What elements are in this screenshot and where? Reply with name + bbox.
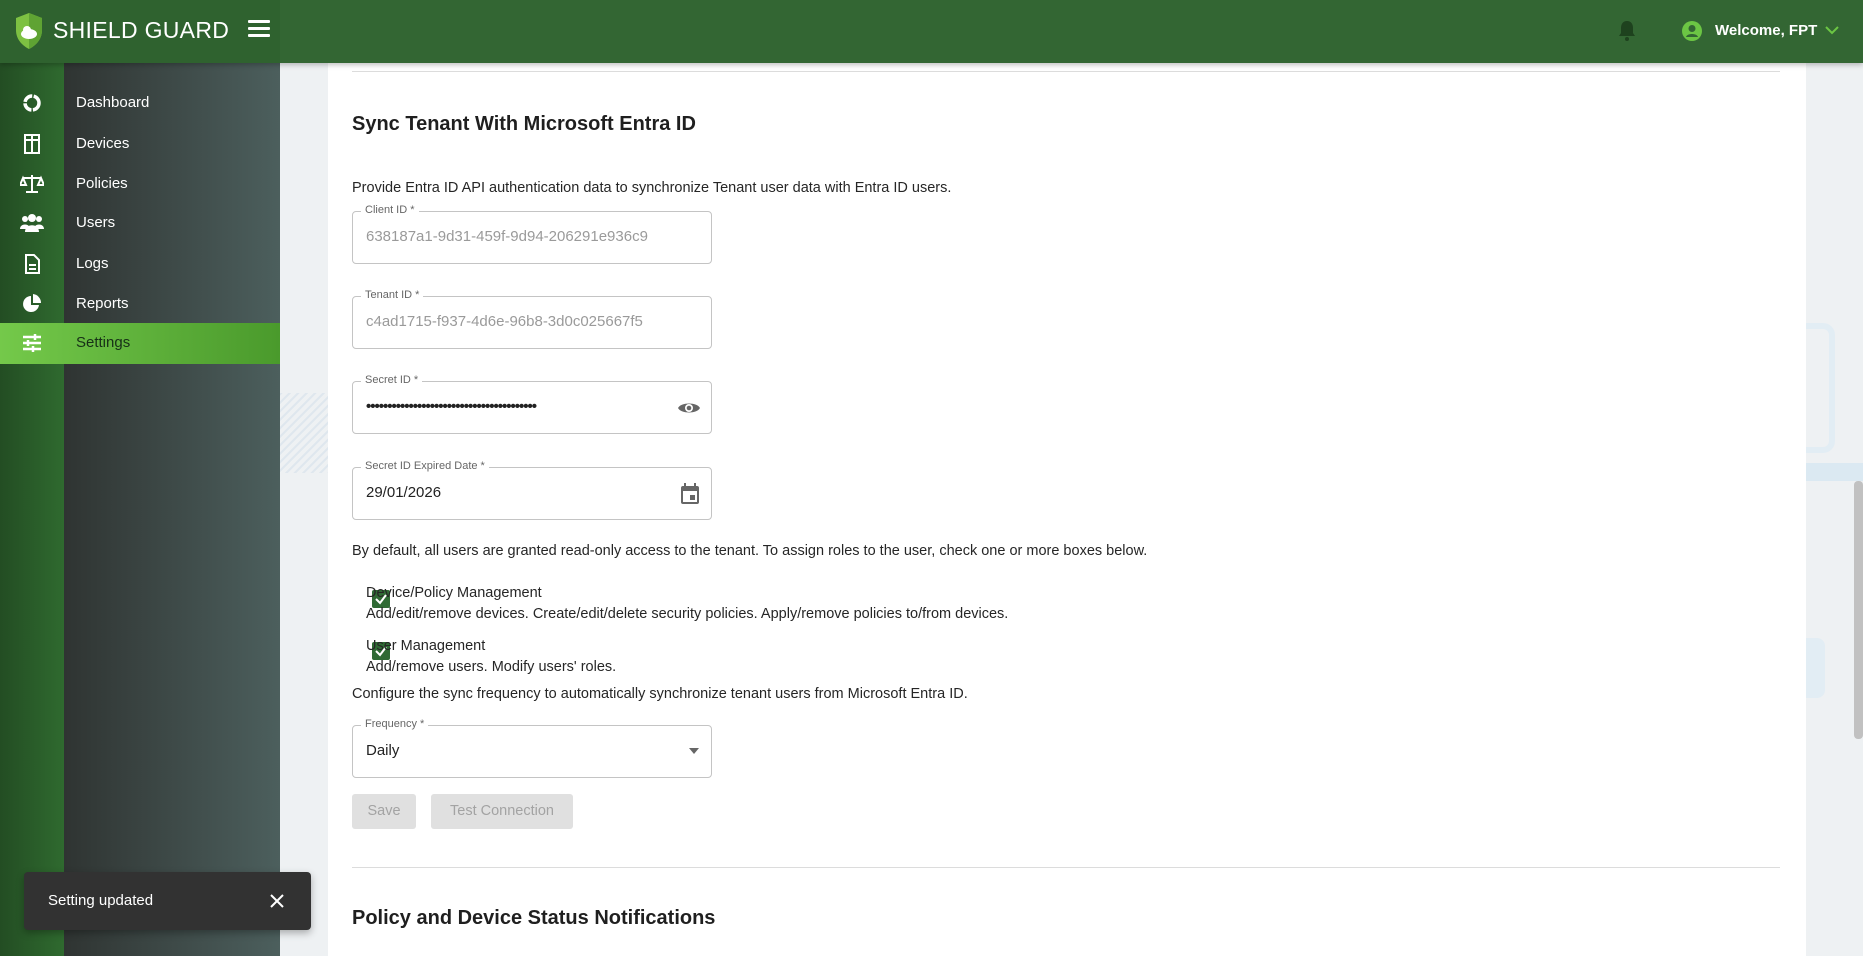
devices-icon — [24, 134, 40, 154]
device-policy-title: Device/Policy Management — [366, 585, 542, 601]
sidebar-item-label: Logs — [76, 255, 109, 272]
menu-icon[interactable] — [248, 20, 270, 38]
sidebar-item-reports[interactable]: Reports — [0, 284, 280, 324]
sidebar-item-label: Devices — [76, 135, 130, 152]
user-circle-icon[interactable] — [1681, 20, 1703, 42]
sidebar-item-policies[interactable]: Policies — [0, 164, 280, 204]
sidebar-item-logs[interactable]: Logs — [0, 244, 280, 284]
sliders-icon — [23, 334, 41, 352]
secret-id-value: •••••••••••••••••••••••••••••••••••••••• — [366, 398, 537, 415]
tenant-id-field[interactable]: Tenant ID * c4ad1715-f937-4d6e-96b8-3d0c… — [352, 289, 712, 349]
brand-name: SHIELD GUARD — [53, 17, 230, 43]
toast-notification: Setting updated — [24, 872, 311, 930]
client-id-label: Client ID * — [361, 204, 419, 216]
shield-logo-icon — [16, 13, 42, 49]
tenant-id-label: Tenant ID * — [361, 289, 424, 301]
sidebar-item-users[interactable]: Users — [0, 203, 280, 243]
document-icon — [25, 254, 40, 274]
secret-id-field[interactable]: Secret ID * ••••••••••••••••••••••••••••… — [352, 374, 712, 434]
settings-card: Sync Tenant With Microsoft Entra ID Prov… — [328, 63, 1806, 956]
frequency-value: Daily — [366, 742, 400, 759]
divider — [352, 867, 1780, 868]
dashboard-icon — [23, 94, 41, 112]
sidebar-item-label: Users — [76, 214, 116, 231]
test-connection-button[interactable]: Test Connection — [431, 794, 573, 829]
users-icon — [20, 214, 44, 232]
pie-chart-icon — [23, 294, 42, 312]
bell-icon[interactable] — [1617, 20, 1637, 42]
scale-icon — [20, 175, 44, 193]
eye-icon[interactable] — [677, 396, 701, 420]
secret-id-label: Secret ID * — [361, 374, 423, 386]
secret-expired-date-field[interactable]: Secret ID Expired Date * 29/01/2026 — [352, 460, 712, 520]
toast-message: Setting updated — [48, 892, 154, 909]
client-id-field[interactable]: Client ID * 638187a1-9d31-459f-9d94-2062… — [352, 204, 712, 264]
expired-date-label: Secret ID Expired Date * — [361, 460, 489, 472]
chevron-down-icon[interactable] — [1824, 24, 1840, 36]
close-icon[interactable] — [269, 893, 285, 909]
save-button[interactable]: Save — [352, 794, 416, 829]
notifications-title: Policy and Device Status Notifications — [352, 907, 716, 929]
user-management-title: User Management — [366, 638, 486, 654]
frequency-label: Frequency * — [361, 718, 429, 730]
scrollbar[interactable] — [1854, 481, 1863, 739]
sync-description: Provide Entra ID API authentication data… — [352, 180, 952, 196]
dropdown-arrow-icon — [689, 748, 699, 754]
roles-note: By default, all users are granted read-o… — [352, 543, 1148, 559]
client-id-value: 638187a1-9d31-459f-9d94-206291e936c9 — [366, 228, 648, 245]
divider — [352, 71, 1780, 72]
frequency-select[interactable]: Frequency * Daily — [352, 718, 712, 778]
logo: SHIELD GUARD — [0, 0, 280, 63]
sidebar-item-devices[interactable]: Devices — [0, 124, 280, 164]
frequency-note: Configure the sync frequency to automati… — [352, 686, 968, 702]
sidebar-item-label: Settings — [76, 334, 131, 351]
sidebar-item-dashboard[interactable]: Dashboard — [0, 83, 280, 123]
sidebar-item-label: Reports — [76, 295, 129, 312]
sync-title: Sync Tenant With Microsoft Entra ID — [352, 113, 696, 135]
expired-date-value: 29/01/2026 — [366, 484, 442, 501]
sidebar-item-settings[interactable]: Settings — [0, 323, 280, 364]
calendar-icon[interactable] — [679, 482, 701, 506]
tenant-id-value: c4ad1715-f937-4d6e-96b8-3d0c025667f5 — [366, 313, 643, 330]
sidebar-item-label: Dashboard — [76, 94, 150, 111]
user-management-desc: Add/remove users. Modify users' roles. — [366, 659, 617, 675]
sidebar-item-label: Policies — [76, 175, 128, 192]
device-policy-desc: Add/edit/remove devices. Create/edit/del… — [366, 606, 1009, 622]
welcome-text[interactable]: Welcome, FPT — [1715, 22, 1817, 39]
top-header: SHIELD GUARD Welcome, FPT — [0, 0, 1863, 63]
